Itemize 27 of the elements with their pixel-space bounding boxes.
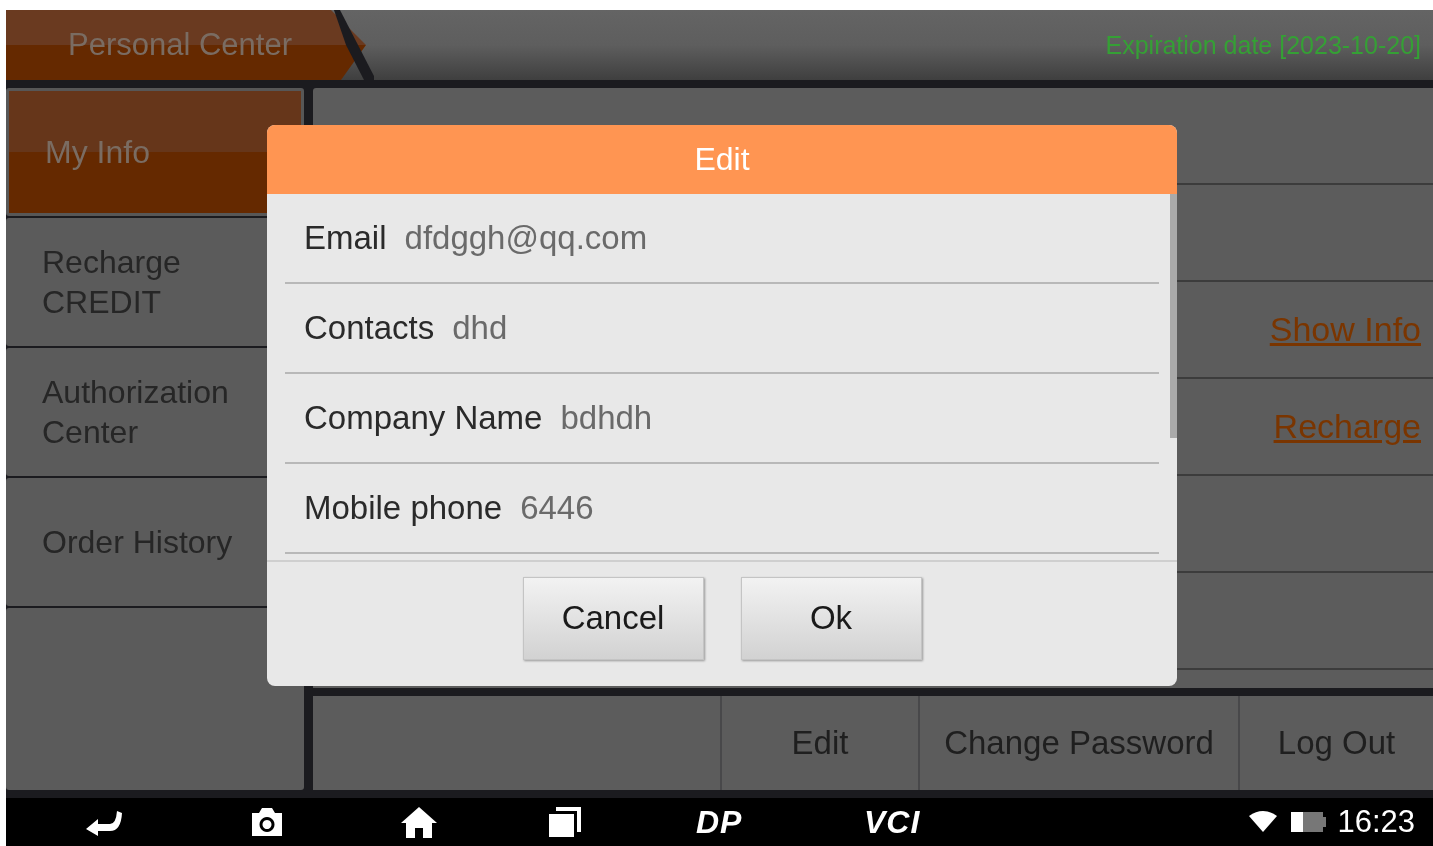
field-label: Contacts [304, 309, 435, 347]
expiration-date: Expiration date [2023-10-20] [1105, 30, 1421, 60]
text-link[interactable]: Show Info [1269, 310, 1421, 349]
recent-apps-icon[interactable] [547, 806, 583, 838]
text-link[interactable]: Recharge [1273, 407, 1421, 446]
app-logo[interactable]: VCI [864, 803, 921, 841]
dialog-button[interactable]: Cancel [522, 576, 704, 660]
field-label: Company Name [304, 399, 543, 437]
action-button[interactable]: Change Password [920, 696, 1238, 790]
camera-icon[interactable] [249, 806, 285, 838]
field-label: Mobile phone [304, 489, 503, 527]
battery-icon [1291, 810, 1327, 834]
input-field[interactable]: dfdggh@qq.com [404, 219, 648, 257]
input-field[interactable]: bdhdh [560, 399, 653, 437]
action-button[interactable]: Edit [722, 696, 918, 790]
action-button[interactable]: Log Out [1240, 696, 1433, 790]
app-logo[interactable]: DP [696, 803, 743, 841]
dialog-button[interactable]: Ok [740, 576, 922, 660]
scrollbar[interactable] [1170, 194, 1177, 438]
dialog-title: Edit [267, 125, 1177, 194]
wifi-icon [1248, 810, 1278, 834]
field-label: Email [304, 219, 387, 257]
clock-time: 16:23 [1337, 804, 1415, 840]
sidebar-item[interactable]: My Info [6, 88, 304, 216]
input-field[interactable]: dhd [452, 309, 508, 347]
input-field[interactable]: 6446 [520, 489, 594, 527]
home-icon[interactable] [399, 805, 439, 839]
